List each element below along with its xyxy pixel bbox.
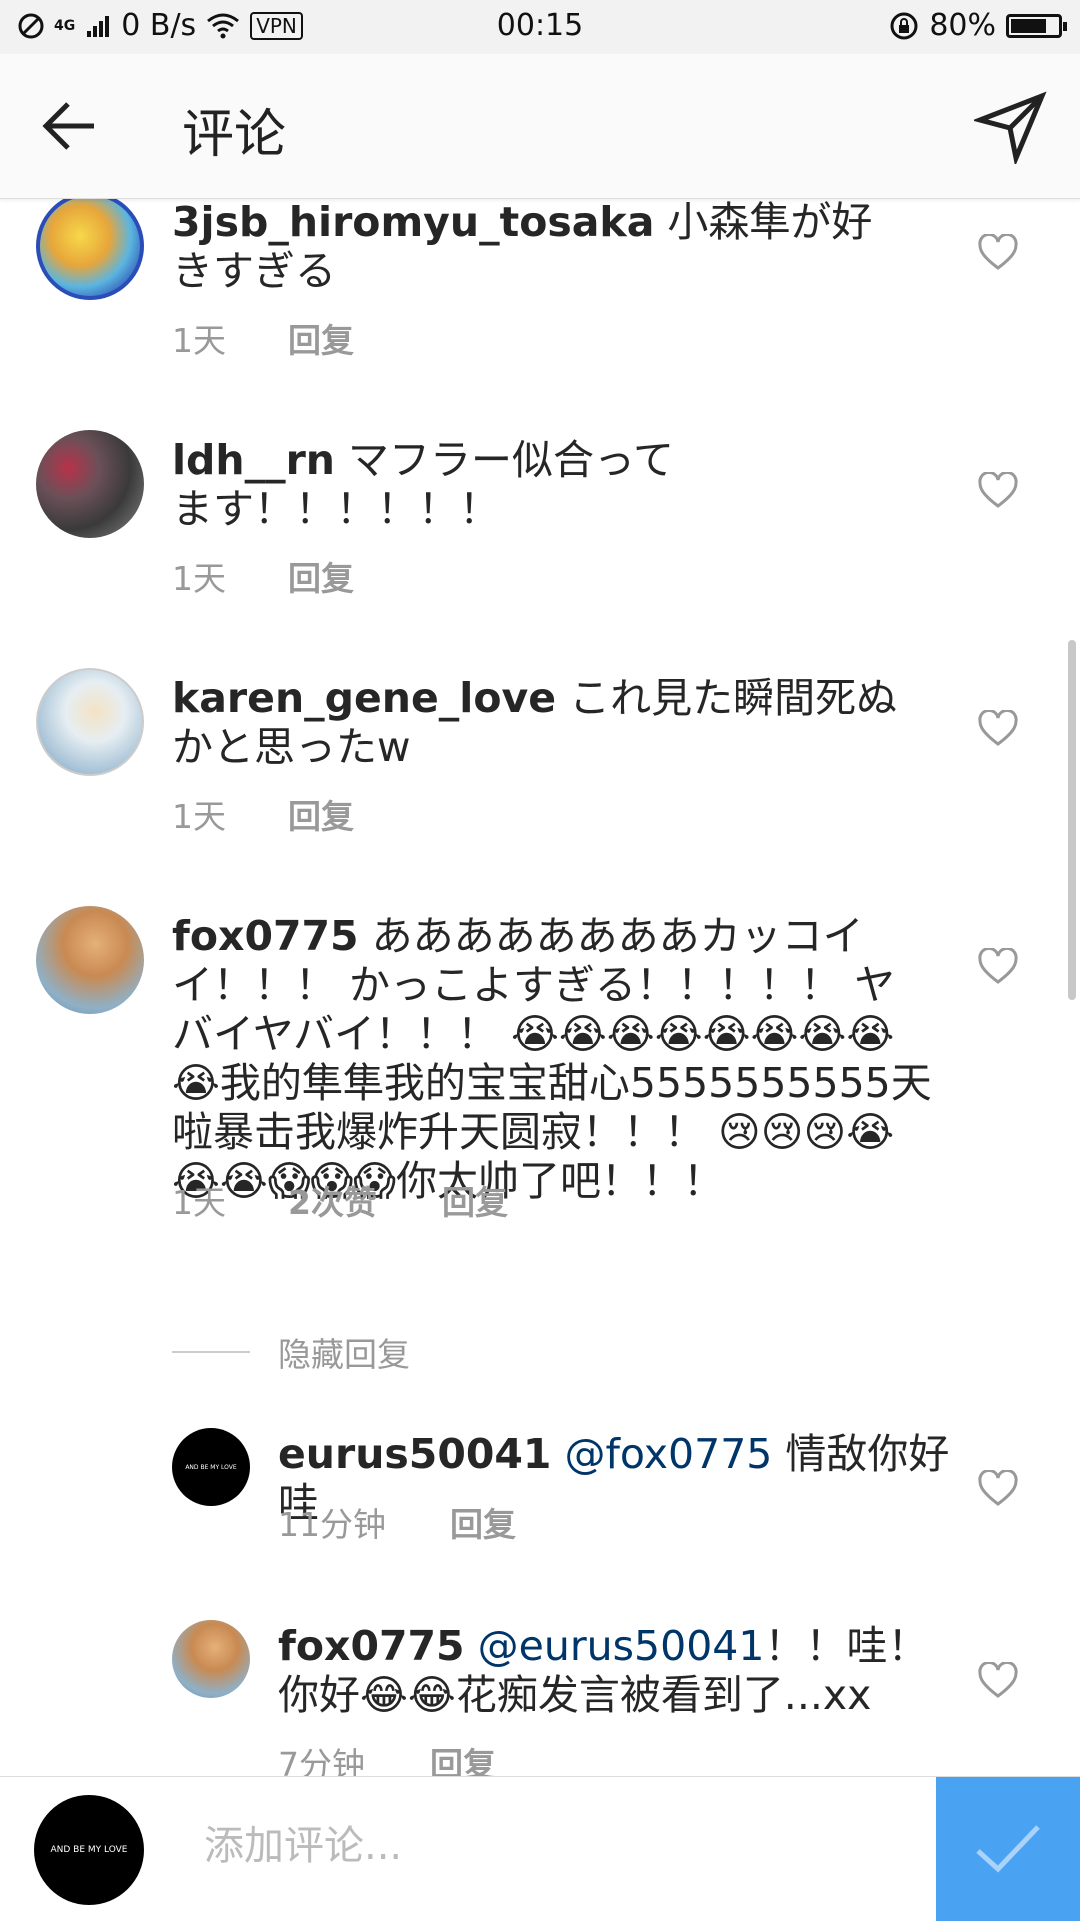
heart-icon[interactable] — [978, 234, 1018, 272]
heart-icon[interactable] — [978, 948, 1018, 986]
heart-icon[interactable] — [978, 710, 1018, 748]
avatar-logo-text: AND BE MY LOVE — [50, 1845, 128, 1855]
comment-list[interactable]: 3jsb_hiromyu_tosaka 小森隼が好きすぎる 1天 回复 ldh__… — [0, 198, 1080, 1776]
my-avatar: AND BE MY LOVE — [34, 1795, 144, 1905]
scrollbar[interactable] — [1068, 640, 1076, 1000]
hide-replies-toggle[interactable]: 隐藏回复 — [172, 1328, 410, 1376]
comment-meta: 1天 回复 — [172, 790, 354, 838]
avatar[interactable]: AND BE MY LOVE — [172, 1428, 250, 1506]
avatar[interactable] — [36, 668, 144, 776]
comment-text: fox0775 ああああああああカッコイイ！！！ かっこよすぎる！！！！！ ヤバ… — [172, 912, 932, 1206]
comment-username[interactable]: fox0775 — [278, 1622, 465, 1670]
avatar[interactable] — [172, 1620, 250, 1698]
mention-link[interactable]: @fox0775 — [565, 1430, 773, 1478]
avatar[interactable] — [36, 198, 144, 300]
divider — [172, 1351, 250, 1353]
battery-icon — [1006, 13, 1067, 38]
reply-button[interactable]: 回复 — [288, 790, 354, 838]
comment-time: 11分钟 — [278, 1505, 386, 1544]
comment-username[interactable]: fox0775 — [172, 912, 359, 960]
comment-meta: 11分钟 回复 — [278, 1498, 516, 1546]
comment-meta: 1天 回复 — [172, 314, 354, 362]
avatar[interactable] — [36, 430, 144, 538]
heart-icon[interactable] — [978, 472, 1018, 510]
battery-fill — [1011, 18, 1046, 33]
status-bar: 4G 0 B/s VPN 00:15 80% — [0, 0, 1080, 54]
comment-text: 3jsb_hiromyu_tosaka 小森隼が好きすぎる — [172, 198, 912, 296]
comment-time: 1天 — [172, 797, 226, 836]
comment-meta: 1天 回复 — [172, 552, 354, 600]
paper-plane-icon[interactable] — [974, 90, 1048, 164]
reply-button[interactable]: 回复 — [430, 1738, 496, 1776]
avatar[interactable] — [36, 906, 144, 1014]
comment-composer: AND BE MY LOVE 添加评论... — [0, 1776, 1080, 1921]
page-title: 评论 — [182, 105, 287, 165]
checkmark-icon — [976, 1825, 1040, 1873]
comment-username[interactable]: eurus50041 — [278, 1430, 551, 1478]
comment-time: 7分钟 — [278, 1745, 365, 1776]
avatar-logo-text: AND BE MY LOVE — [185, 1463, 237, 1471]
reply-button[interactable]: 回复 — [450, 1498, 516, 1546]
back-arrow-icon[interactable] — [40, 96, 100, 156]
comment-text: fox0775 @eurus50041！！哇！你好😂😂花痴发言被看到了...xx — [278, 1622, 938, 1720]
comment-input[interactable]: 添加评论... — [204, 1813, 904, 1871]
comment-time: 1天 — [172, 1183, 226, 1222]
mention-link[interactable]: @eurus50041 — [478, 1622, 765, 1670]
post-button[interactable] — [936, 1777, 1080, 1921]
comment-username[interactable]: ldh__rn — [172, 436, 335, 484]
hide-replies-label: 隐藏回复 — [278, 1335, 410, 1374]
reply-button[interactable]: 回复 — [288, 314, 354, 362]
comment-text: karen_gene_love これ見た瞬間死ぬかと思ったw — [172, 674, 922, 772]
heart-icon[interactable] — [978, 1470, 1018, 1508]
status-right: 80% — [889, 8, 1067, 43]
comment-text: ldh__rn マフラー似合ってます！！！！！！ — [172, 436, 692, 534]
comment-meta: 7分钟 回复 — [278, 1738, 496, 1776]
battery-percent: 80% — [929, 8, 996, 43]
rotation-lock-icon — [890, 12, 918, 39]
reply-button[interactable]: 回复 — [442, 1176, 508, 1224]
comment-meta: 1天 2次赞 回复 — [172, 1176, 508, 1224]
reply-button[interactable]: 回复 — [288, 552, 354, 600]
comment-time: 1天 — [172, 321, 226, 360]
comment-username[interactable]: karen_gene_love — [172, 674, 556, 722]
comment-username[interactable]: 3jsb_hiromyu_tosaka — [172, 198, 654, 246]
likes-count[interactable]: 2次赞 — [288, 1176, 442, 1224]
comment-time: 1天 — [172, 559, 226, 598]
heart-icon[interactable] — [978, 1662, 1018, 1700]
app-header: 评论 — [0, 54, 1080, 199]
